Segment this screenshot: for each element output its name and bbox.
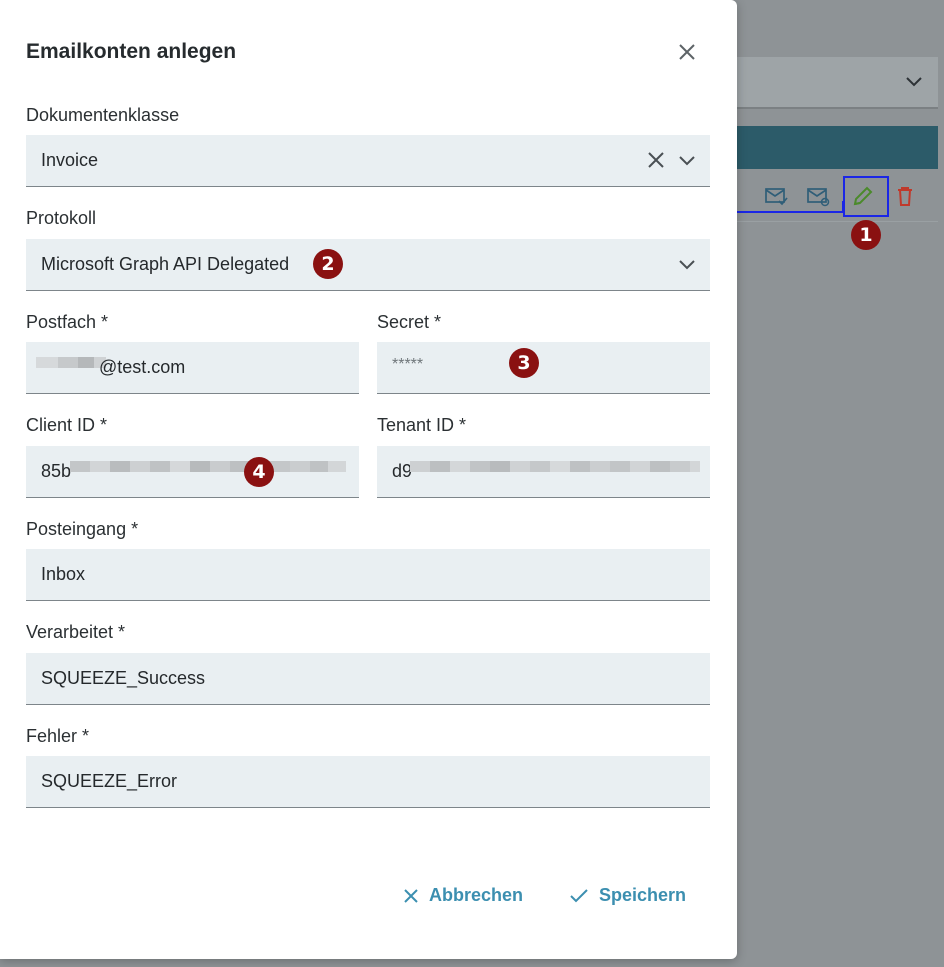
annotation-badge-1: 1	[851, 220, 881, 250]
client-id-input[interactable]: 85b	[26, 446, 359, 498]
protocol-label: Protokoll	[26, 208, 97, 228]
processed-label: Verarbeitet *	[26, 622, 126, 642]
annotation-badge-4: 4	[244, 457, 274, 487]
check-icon	[570, 888, 588, 902]
secret-value: *****	[392, 356, 424, 373]
chevron-down-icon	[906, 77, 922, 87]
document-class-select[interactable]: Invoice	[26, 135, 710, 187]
secret-input[interactable]: *****	[377, 342, 710, 394]
close-icon	[404, 888, 418, 903]
secret-label: Secret *	[377, 312, 442, 332]
chevron-down-icon[interactable]	[677, 149, 697, 171]
document-class-value: Invoice	[41, 150, 99, 170]
save-button-label: Speichern	[599, 885, 687, 905]
error-label: Fehler *	[26, 726, 90, 746]
mailbox-label: Postfach *	[26, 312, 109, 332]
client-id-label: Client ID *	[26, 415, 108, 435]
annotation-badge-2: 2	[313, 249, 343, 279]
error-value: SQUEEZE_Error	[41, 771, 178, 791]
error-input[interactable]: SQUEEZE_Error	[26, 756, 710, 808]
cancel-button[interactable]: Abbrechen	[403, 885, 523, 906]
redacted-text	[70, 461, 346, 483]
mailbox-input[interactable]: @test.com	[26, 342, 359, 394]
processed-input[interactable]: SQUEEZE_Success	[26, 653, 710, 705]
redacted-text	[410, 461, 700, 483]
inbox-value: Inbox	[41, 564, 86, 584]
trash-icon[interactable]	[893, 184, 917, 208]
chevron-down-icon[interactable]	[677, 253, 697, 275]
dialog-title: Emailkonten anlegen	[26, 40, 237, 63]
redacted-text	[36, 357, 106, 379]
protocol-value: Microsoft Graph API Delegated	[41, 254, 290, 274]
email-account-dialog: Emailkonten anlegen Dokumentenklasse Inv…	[0, 0, 737, 959]
cancel-button-label: Abbrechen	[429, 885, 524, 905]
client-id-value: 85b	[41, 461, 72, 481]
mailbox-value: @test.com	[99, 357, 186, 377]
tenant-id-input[interactable]: d9	[377, 446, 710, 498]
inbox-input[interactable]: Inbox	[26, 549, 710, 601]
inbox-label: Posteingang *	[26, 519, 139, 539]
close-icon[interactable]	[673, 38, 701, 66]
tenant-id-label: Tenant ID *	[377, 415, 467, 435]
document-class-label: Dokumentenklasse	[26, 105, 180, 125]
edit-highlight-box	[843, 176, 889, 217]
clear-icon[interactable]	[646, 149, 666, 171]
save-button[interactable]: Speichern	[569, 885, 686, 906]
protocol-select[interactable]: Microsoft Graph API Delegated	[26, 239, 710, 291]
annotation-badge-3: 3	[509, 348, 539, 378]
processed-value: SQUEEZE_Success	[41, 668, 206, 688]
